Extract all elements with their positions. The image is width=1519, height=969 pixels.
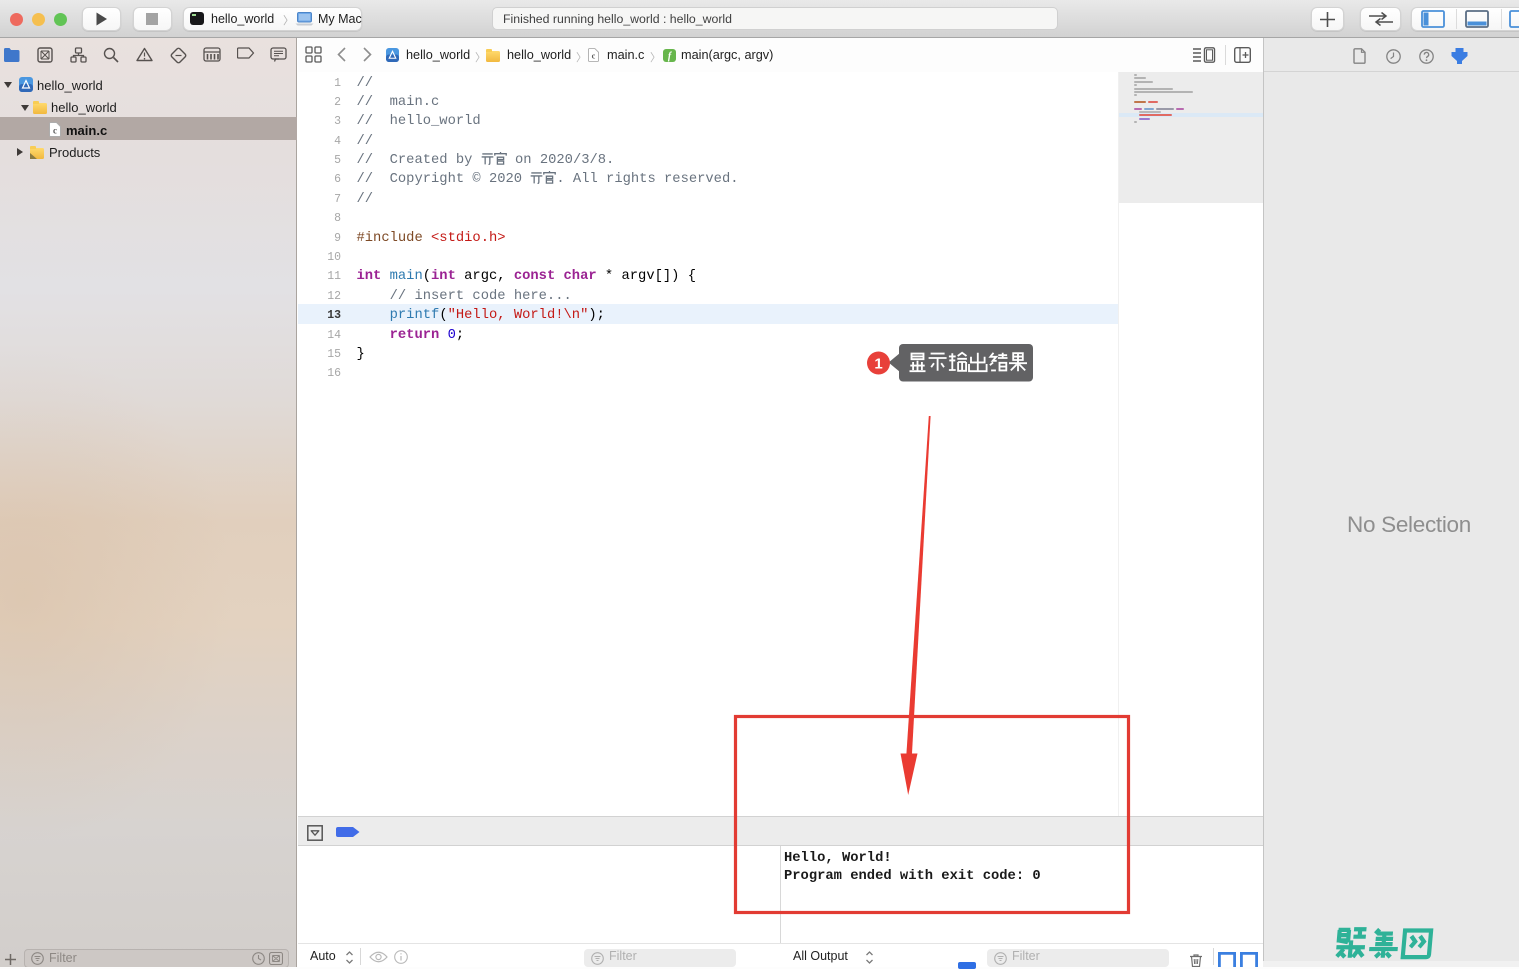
svg-text:c: c: [592, 52, 596, 61]
svg-text:c: c: [53, 126, 57, 136]
